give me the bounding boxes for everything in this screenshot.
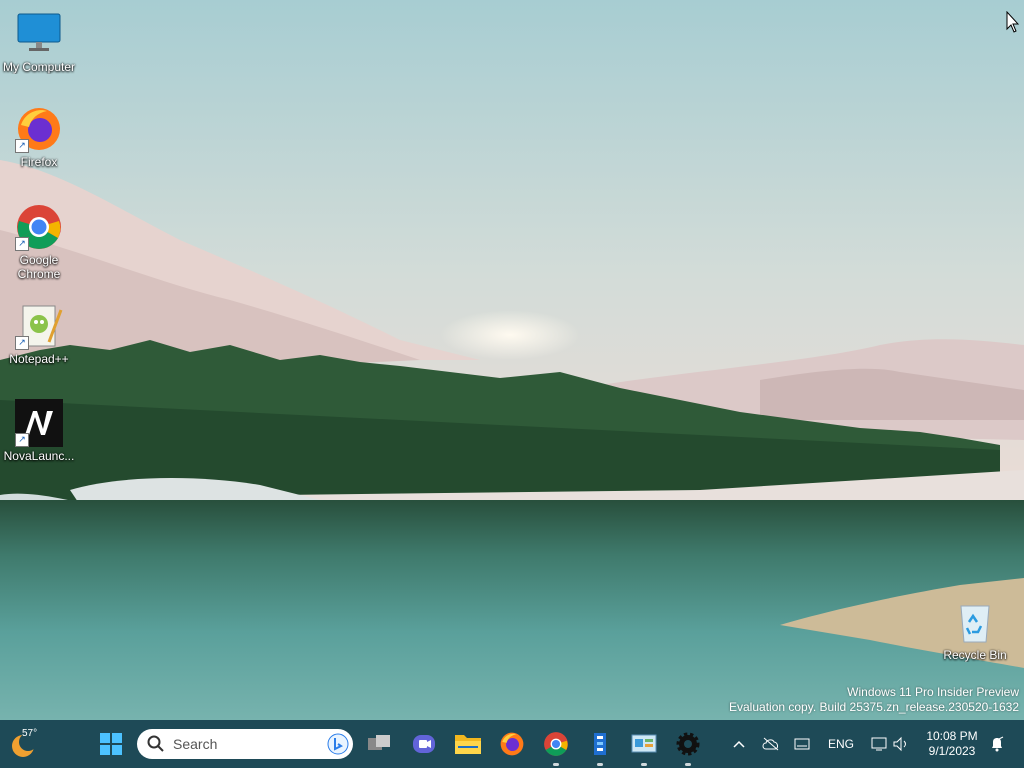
clock-time: 10:08 PM [926, 729, 978, 743]
bing-icon [327, 733, 349, 755]
taskbar-settings[interactable] [672, 728, 704, 766]
desktop-icon-recycle-bin[interactable]: Recycle Bin [936, 598, 1014, 662]
weather-widget[interactable]: 57° [6, 720, 44, 768]
control-panel-icon [631, 734, 657, 753]
taskbar-search-box[interactable]: Search [137, 729, 353, 759]
notepadpp-icon: ↗ [15, 302, 63, 350]
taskbar-firefox[interactable] [496, 728, 528, 760]
folder-icon [455, 735, 481, 754]
desktop-icon-my-computer[interactable]: My Computer [0, 10, 78, 74]
teams-chat-icon [413, 735, 435, 753]
running-indicator [641, 763, 647, 766]
language-label: ENG [827, 737, 854, 751]
network-volume-button[interactable] [866, 720, 914, 768]
chevron-up-icon [733, 740, 745, 748]
taskbar-app-installer[interactable] [584, 728, 616, 766]
running-indicator [685, 763, 691, 766]
monitor-icon [15, 10, 63, 58]
novalauncher-icon: ↗ [15, 399, 63, 447]
app-installer-icon [594, 733, 606, 755]
weather-temp: 57° [22, 728, 38, 739]
taskbar-chrome[interactable] [540, 728, 572, 766]
running-indicator [553, 763, 559, 766]
cloud-offline-icon [762, 737, 779, 751]
task-view-icon [368, 735, 390, 750]
bell-icon [992, 736, 1004, 752]
mouse-cursor-icon [1006, 11, 1020, 33]
notifications-button[interactable] [986, 720, 1008, 768]
windows-logo-icon [100, 733, 122, 755]
desktop-icon-firefox[interactable]: ↗ Firefox [0, 105, 78, 169]
keyboard-tray-button[interactable] [790, 720, 814, 768]
firefox-icon: ↗ [15, 105, 63, 153]
watermark-edition: Windows 11 Pro Insider Preview [847, 685, 1019, 699]
desktop-icon-novalauncher[interactable]: ↗ NovaLaunc... [0, 399, 78, 463]
clock[interactable]: 10:08 PM 9/1/2023 [920, 720, 984, 768]
show-hidden-icons-button[interactable] [728, 720, 750, 768]
recycle-bin-icon [951, 598, 999, 646]
search-icon [147, 735, 164, 752]
clock-date: 9/1/2023 [928, 744, 976, 758]
network-icon [871, 737, 887, 751]
chrome-icon: ↗ [15, 203, 63, 251]
gear-icon [676, 732, 700, 756]
running-indicator [597, 763, 603, 766]
chrome-icon [544, 732, 568, 756]
taskbar-control-panel[interactable] [628, 728, 660, 766]
windows-watermark: Windows 11 Pro Insider Preview Evaluatio… [729, 685, 1019, 715]
start-button[interactable] [95, 728, 127, 760]
wallpaper [0, 0, 1024, 720]
language-indicator[interactable]: ENG [822, 720, 860, 768]
desktop-icon-notepadpp[interactable]: ↗ Notepad++ [0, 302, 78, 366]
desktop-icon-google-chrome[interactable]: ↗ Google Chrome [0, 203, 78, 281]
volume-icon [893, 736, 906, 752]
firefox-icon [500, 732, 524, 756]
taskbar-file-explorer[interactable] [452, 728, 484, 760]
search-placeholder: Search [173, 736, 218, 752]
taskbar-task-view[interactable] [364, 728, 396, 760]
watermark-build: Evaluation copy. Build 25375.zn_release.… [729, 700, 1019, 714]
onedrive-tray-button[interactable] [758, 720, 784, 768]
taskbar-teams-chat[interactable] [408, 728, 440, 760]
keyboard-icon [794, 738, 810, 750]
